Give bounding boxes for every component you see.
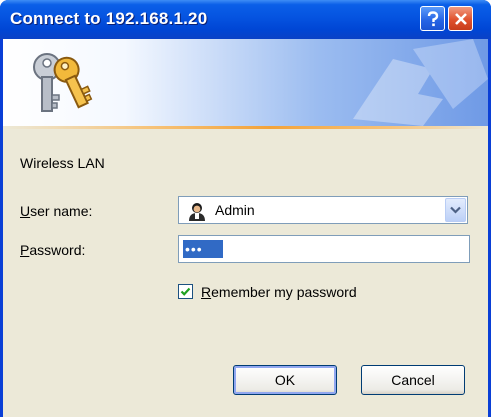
remember-password-label[interactable]: Remember my password: [201, 284, 357, 300]
title-bar[interactable]: Connect to 192.168.1.20: [0, 0, 491, 39]
password-label-text: assword:: [29, 242, 86, 258]
chevron-down-icon: [450, 206, 461, 214]
remember-label-accel: R: [201, 284, 212, 300]
close-icon: [454, 12, 467, 25]
password-label: Password:: [20, 242, 85, 258]
password-field[interactable]: •••: [178, 235, 470, 263]
keys-watermark-icon: [353, 39, 488, 126]
question-mark-icon: [427, 10, 438, 26]
remember-password-checkbox[interactable]: [178, 284, 193, 299]
cancel-button[interactable]: Cancel: [361, 365, 465, 395]
checkmark-icon: [180, 287, 191, 296]
banner: [3, 39, 488, 126]
username-combobox[interactable]: Admin: [178, 196, 468, 224]
help-button[interactable]: [420, 6, 445, 31]
keys-icon: [33, 53, 93, 112]
ok-button[interactable]: OK: [233, 365, 337, 395]
username-label-accel: U: [20, 203, 31, 219]
realm-label: Wireless LAN: [20, 155, 105, 171]
username-value: Admin: [215, 202, 255, 218]
user-icon: [189, 203, 205, 221]
banner-divider: [3, 126, 488, 129]
dialog-window: Connect to 192.168.1.20 Wireless LAN Use…: [0, 0, 491, 417]
username-dropdown-button[interactable]: [445, 198, 466, 222]
username-label-text: ser name:: [30, 203, 93, 219]
password-value: •••: [183, 240, 223, 258]
window-title: Connect to 192.168.1.20: [10, 9, 208, 28]
password-label-accel: P: [20, 242, 30, 258]
username-label: User name:: [20, 203, 92, 219]
remember-label-text: emember my password: [211, 284, 357, 300]
close-button[interactable]: [448, 6, 473, 31]
dialog-body: [3, 39, 488, 417]
